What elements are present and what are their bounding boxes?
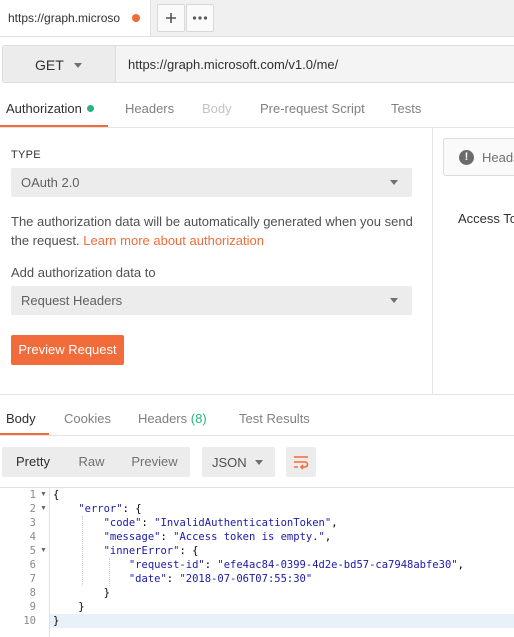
line-number: 2 — [29, 503, 36, 515]
status-dot-icon — [87, 105, 94, 112]
line-number: 9 — [29, 601, 36, 613]
response-tabs: Body Cookies Headers (8) Test Results — [0, 395, 514, 436]
add-auth-select[interactable]: Request Headers — [11, 286, 412, 315]
format-value: JSON — [212, 455, 247, 470]
response-headers-label: Headers — [138, 411, 188, 426]
code-line: "date": "2018-07-06T07:55:30" — [128, 573, 313, 585]
headers-count-badge: (8) — [190, 411, 207, 426]
auth-type-value: OAuth 2.0 — [21, 175, 80, 190]
code-line: "request-id": "efe4ac84-0399-4d2e-bd57-c… — [128, 559, 464, 571]
auth-description: The authorization data will be automatic… — [11, 212, 421, 250]
line-number: 6 — [29, 559, 36, 571]
code-line: } — [53, 601, 85, 613]
chevron-down-icon — [255, 460, 263, 465]
tab-pre-request-script[interactable]: Pre-request Script — [260, 101, 365, 116]
line-number: 7 — [29, 573, 36, 585]
tab-cookies[interactable]: Cookies — [64, 411, 111, 426]
method-select[interactable]: GET — [2, 45, 116, 83]
wrap-lines-button[interactable] — [286, 447, 316, 477]
panel-divider — [432, 127, 433, 394]
request-tab[interactable]: https://graph.microso — [0, 0, 151, 36]
line-number: 5 — [29, 545, 36, 557]
heads-text: Heads — [482, 150, 514, 165]
tab-response-body[interactable]: Body — [6, 411, 36, 426]
fold-toggle-icon[interactable]: ▼ — [40, 502, 47, 516]
preview-button[interactable]: Preview — [119, 447, 190, 477]
raw-button[interactable]: Raw — [64, 447, 119, 477]
active-tab-indicator — [0, 125, 108, 127]
url-input[interactable]: https://graph.microsoft.com/v1.0/me/ — [116, 45, 514, 83]
code-line: } — [53, 587, 110, 599]
ellipsis-icon — [192, 9, 208, 26]
method-label: GET — [35, 57, 64, 73]
response-body-editor[interactable]: 1 2 3 4 5 6 7 8 9 10 ▼ ▼ ▼ { "error": { … — [0, 487, 514, 637]
chevron-down-icon — [74, 63, 82, 68]
tab-response-headers[interactable]: Headers (8) — [138, 411, 207, 426]
type-label: TYPE — [11, 149, 41, 161]
access-token-label: Access Tok — [458, 211, 514, 226]
wrap-lines-icon — [293, 454, 309, 473]
code-line: "code": "InvalidAuthenticationToken", — [103, 517, 338, 529]
line-number: 8 — [29, 587, 36, 599]
active-line-highlight — [0, 614, 514, 628]
code-line: { — [53, 489, 60, 501]
tab-body[interactable]: Body — [202, 101, 232, 116]
code-line: "message": "Access token is empty.", — [103, 531, 332, 543]
url-text: https://graph.microsoft.com/v1.0/me/ — [128, 57, 339, 72]
code-line: } — [53, 615, 60, 627]
add-auth-label: Add authorization data to — [11, 265, 156, 280]
request-tab-title: https://graph.microso — [8, 11, 121, 25]
tab-tests[interactable]: Tests — [391, 101, 421, 116]
learn-more-link[interactable]: Learn more about authorization — [83, 233, 264, 248]
tab-headers[interactable]: Headers — [125, 101, 174, 116]
plus-icon — [165, 9, 177, 26]
preview-request-button[interactable]: Preview Request — [11, 335, 124, 365]
add-auth-value: Request Headers — [21, 293, 123, 308]
line-number: 4 — [29, 531, 36, 543]
code-line: "innerError": { — [103, 545, 199, 557]
fold-toggle-icon[interactable]: ▼ — [40, 544, 47, 558]
heads-notice[interactable]: ! Heads — [443, 138, 514, 176]
request-tabs: Authorization Headers Body Pre-request S… — [0, 94, 514, 128]
auth-type-select[interactable]: OAuth 2.0 — [11, 168, 412, 197]
tab-strip: https://graph.microso — [0, 0, 514, 37]
pretty-button[interactable]: Pretty — [2, 447, 64, 477]
format-select[interactable]: JSON — [202, 447, 275, 477]
more-tabs-button[interactable] — [186, 4, 214, 32]
line-number: 3 — [29, 517, 36, 529]
chevron-down-icon — [390, 298, 398, 303]
line-number: 10 — [23, 615, 36, 627]
fold-toggle-icon[interactable]: ▼ — [40, 488, 47, 502]
code-line: "error": { — [78, 503, 142, 515]
info-icon: ! — [459, 150, 474, 165]
new-tab-button[interactable] — [157, 4, 185, 32]
unsaved-dot-icon — [132, 14, 140, 22]
line-number: 1 — [29, 489, 36, 501]
tab-authorization[interactable]: Authorization — [6, 101, 82, 116]
active-response-tab-indicator — [0, 433, 49, 435]
chevron-down-icon — [390, 180, 398, 185]
tab-test-results[interactable]: Test Results — [239, 411, 310, 426]
